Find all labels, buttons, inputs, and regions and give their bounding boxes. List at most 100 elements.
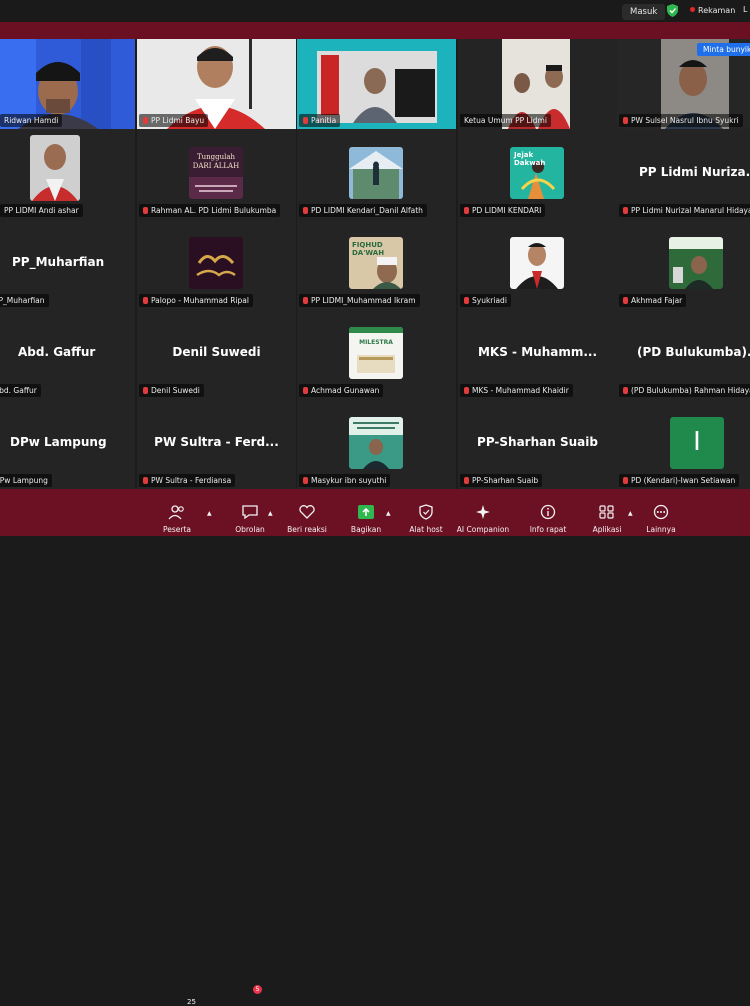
participant-tile[interactable]: Denil Suwedi Denil Suwedi	[137, 309, 296, 399]
participant-name-label: Syukriadi	[460, 294, 511, 307]
video-grid: Ridwan Hamdi PP Lidmi Bayu Panitia Ketua…	[0, 39, 750, 489]
muted-mic-icon	[464, 297, 469, 304]
participants-button[interactable]: Peserta	[158, 489, 196, 536]
participant-name-label: Ketua Umum PP Lidmi	[460, 114, 551, 127]
participant-name-label: PW Sulsel Nasrul Ibnu Syukri	[619, 114, 743, 127]
participant-tile[interactable]: Jejak Dakwah PD LIDMI KENDARI	[458, 129, 617, 219]
chevron-up-icon: ▲	[628, 510, 633, 517]
participant-tile[interactable]: PP Lidmi Bayu	[137, 39, 296, 129]
participant-name-label: PD LIDMI Kendari_Danil Alfath	[299, 204, 427, 217]
participant-tile[interactable]: Panitia	[297, 39, 456, 129]
participant-tile[interactable]: MILESTRA Achmad Gunawan	[297, 309, 456, 399]
muted-mic-icon	[623, 387, 628, 394]
ai-companion-button[interactable]: AI Companion	[452, 489, 514, 536]
sign-in-button[interactable]: Masuk	[622, 4, 666, 20]
muted-mic-icon	[303, 117, 308, 124]
participant-avatar	[349, 147, 403, 199]
chevron-up-icon: ▲	[268, 510, 273, 517]
muted-mic-icon	[464, 477, 469, 484]
muted-mic-icon	[623, 477, 628, 484]
apps-button[interactable]: Aplikasi	[588, 489, 626, 536]
recording-indicator[interactable]: Rekaman	[690, 5, 735, 17]
participant-display-name: MKS - Muhamm...	[477, 345, 598, 359]
host-tools-label: Alat host	[409, 525, 443, 534]
participant-tile[interactable]: MKS - Muhamm... MKS - Muhammad Khaidir	[458, 309, 617, 399]
muted-mic-icon	[464, 207, 469, 214]
participant-tile[interactable]: (PD Bulukumba)... (PD Bulukumba) Rahman …	[617, 309, 750, 399]
ai-companion-label: AI Companion	[456, 525, 510, 534]
participant-name-label: PP LIDMI Andi ashar	[0, 204, 83, 217]
participant-tile[interactable]: Tunggulah DARI ALLAH Rahman AL. PD Lidmi…	[137, 129, 296, 219]
shield-icon[interactable]	[667, 4, 678, 17]
meeting-info-label: Info rapat	[529, 525, 567, 534]
apps-icon	[599, 505, 614, 519]
muted-mic-icon	[623, 117, 628, 124]
ask-to-unmute-tooltip[interactable]: Minta bunyikan	[697, 43, 750, 56]
participant-avatar	[349, 417, 403, 469]
muted-mic-icon	[623, 297, 628, 304]
more-button[interactable]: Lainnya	[642, 489, 680, 536]
participant-avatar	[510, 237, 564, 289]
reactions-button[interactable]: Beri reaksi	[284, 489, 330, 536]
participants-options-caret[interactable]: ▲	[204, 489, 218, 536]
chat-options-caret[interactable]: ▲	[266, 489, 278, 536]
participant-tile[interactable]: PP LIDMI Andi ashar	[0, 129, 135, 219]
participant-display-name: Denil Suwedi	[172, 345, 261, 359]
participant-name-label: MKS - Muhammad Khaidir	[460, 384, 573, 397]
participant-tile[interactable]: PW Sultra - Ferd... PW Sultra - Ferdians…	[137, 399, 296, 489]
participant-tile[interactable]: Palopo - Muhammad Ripal	[137, 219, 296, 309]
participant-tile[interactable]: Syukriadi	[458, 219, 617, 309]
participants-count: 25	[187, 998, 196, 1006]
participant-display-name: PP_Muharfian	[12, 255, 105, 269]
reactions-label: Beri reaksi	[287, 525, 327, 534]
host-tools-button[interactable]: Alat host	[405, 489, 447, 536]
poster-text: FIQHUD DA'WAH	[352, 241, 385, 257]
participant-avatar: Jejak Dakwah	[510, 147, 564, 199]
participant-avatar	[669, 237, 723, 289]
participant-tile[interactable]: PP Lidmi Nuriza... PP Lidmi Nurizal Mana…	[617, 129, 750, 219]
participant-initial-avatar: I	[670, 417, 724, 469]
participant-name-label: Masykur ibn suyuthi	[299, 474, 391, 487]
participant-tile[interactable]: FIQHUD DA'WAH PP LIDMI_Muhammad Ikram	[297, 219, 456, 309]
participant-tile[interactable]: DPw Lampung DPw Lampung	[0, 399, 135, 489]
participant-name-label: PW Sultra - Ferdiansa	[139, 474, 236, 487]
heart-icon	[299, 505, 315, 519]
record-dot-icon	[690, 7, 695, 12]
participant-tile[interactable]: PP-Sharhan Suaib PP-Sharhan Suaib	[458, 399, 617, 489]
participant-avatar: MILESTRA	[349, 327, 403, 379]
participant-tile[interactable]: Akhmad Fajar	[617, 219, 750, 309]
participant-name-label: PP Lidmi Nurizal Manarul Hidayat	[619, 204, 750, 217]
apps-options-caret[interactable]: ▲	[626, 489, 638, 536]
participant-tile[interactable]: Ridwan Hamdi	[0, 39, 135, 129]
participant-name-label: Rahman AL. PD Lidmi Bulukumba	[139, 204, 281, 217]
share-button[interactable]: Bagikan	[348, 489, 384, 536]
participant-tile[interactable]: Ketua Umum PP Lidmi	[458, 39, 617, 129]
participant-name-label: Achmad Gunawan	[299, 384, 384, 397]
muted-mic-icon	[143, 387, 148, 394]
participants-label: Peserta	[162, 525, 191, 534]
participant-name-label: Panitia	[299, 114, 341, 127]
participant-name-label: (PD Bulukumba) Rahman Hidayat	[619, 384, 750, 397]
muted-mic-icon	[303, 387, 308, 394]
participant-tile[interactable]: I PD (Kendari)-Iwan Setiawan	[617, 399, 750, 489]
top-bar-trailing: L	[743, 5, 748, 14]
participant-tile[interactable]: Masykur ibn suyuthi	[297, 399, 456, 489]
poster-text: Jejak Dakwah	[514, 151, 546, 167]
info-icon	[540, 504, 556, 520]
participant-tile[interactable]: Abd. Gaffur Abd. Gaffur	[0, 309, 135, 399]
sparkle-icon	[476, 505, 490, 519]
muted-mic-icon	[303, 477, 308, 484]
header-band	[0, 22, 750, 39]
participants-icon	[168, 505, 184, 520]
share-screen-icon	[358, 505, 374, 519]
share-options-caret[interactable]: ▲	[384, 489, 396, 536]
participant-tile[interactable]: PD LIDMI Kendari_Danil Alfath	[297, 129, 456, 219]
chevron-up-icon: ▲	[386, 510, 391, 517]
participant-display-name: DPw Lampung	[10, 435, 107, 449]
participant-tile[interactable]: PP_Muharfian PP_Muharfian	[0, 219, 135, 309]
participant-name-label: Akhmad Fajar	[619, 294, 687, 307]
meeting-info-button[interactable]: Info rapat	[526, 489, 570, 536]
participant-name-label: PP LIDMI_Muhammad Ikram	[299, 294, 420, 307]
more-label: Lainnya	[646, 525, 676, 534]
participant-name-label: PD (Kendari)-Iwan Setiawan	[619, 474, 740, 487]
